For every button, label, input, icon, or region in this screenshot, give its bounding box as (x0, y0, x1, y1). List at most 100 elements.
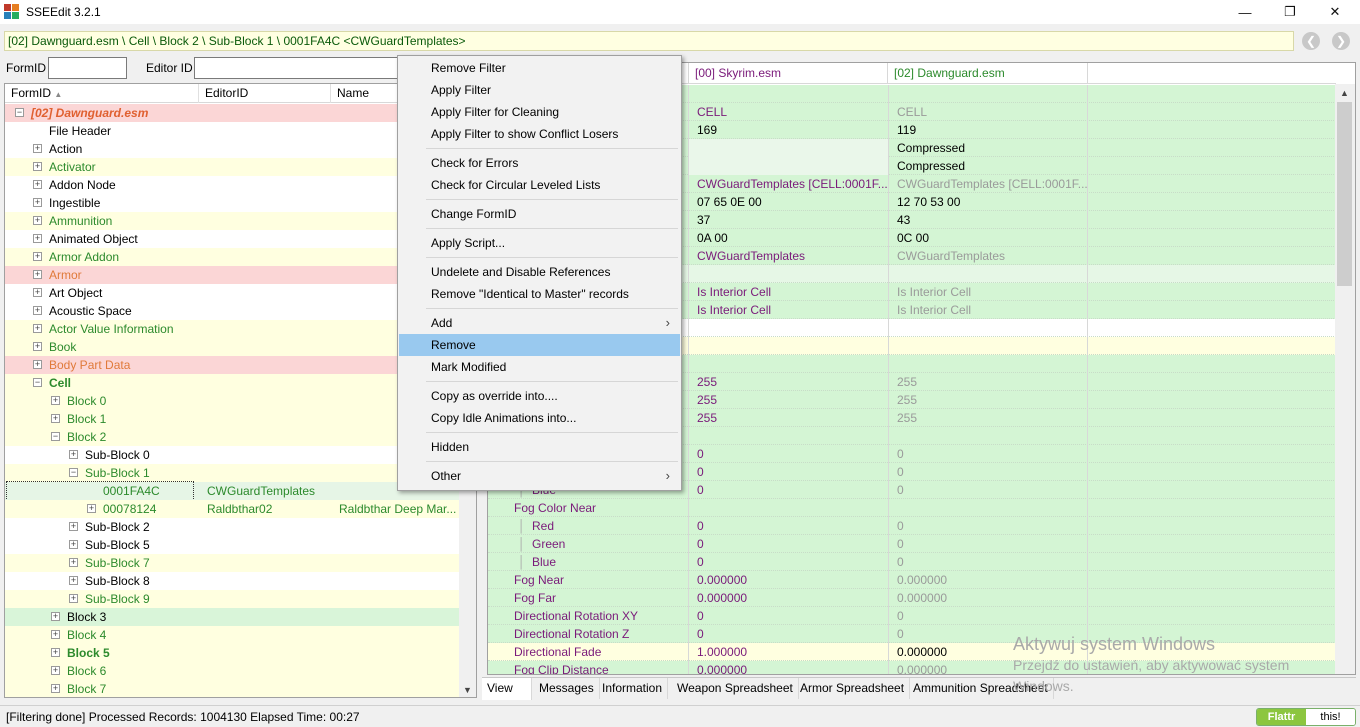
tree-row[interactable]: + Art Object (5, 284, 460, 302)
minimize-button[interactable]: — (1222, 0, 1268, 24)
tree-row[interactable]: + Book (5, 338, 460, 356)
col-skyrim-header[interactable]: [00] Skyrim.esm (688, 63, 888, 84)
tab-weapon-spreadsheet[interactable]: Weapon Spreadsheet (672, 678, 799, 699)
record-scrollbar[interactable]: ▲ (1335, 84, 1355, 674)
expand-icon[interactable]: + (69, 576, 78, 585)
expand-icon[interactable]: + (51, 684, 60, 693)
expand-icon[interactable]: + (33, 270, 42, 279)
maximize-button[interactable]: ❐ (1267, 0, 1313, 24)
menu-item[interactable]: Apply Filter to show Conflict Losers (399, 123, 680, 145)
flattr-button[interactable]: Flattr this! (1256, 708, 1356, 726)
expand-icon[interactable]: + (33, 288, 42, 297)
tree-row[interactable]: + Addon Node (5, 176, 460, 194)
col-formid-header[interactable]: FormID ▲ (5, 84, 199, 103)
tab-information[interactable]: Information (597, 678, 669, 699)
expand-icon[interactable]: + (51, 666, 60, 675)
record-row[interactable]: Fog Far 0.000000 0.000000 (488, 589, 1336, 607)
expand-icon[interactable]: + (51, 630, 60, 639)
menu-item[interactable]: Add › (399, 312, 680, 334)
back-icon[interactable]: ❮ (1302, 32, 1320, 50)
expand-icon[interactable]: + (33, 144, 42, 153)
tree-row[interactable]: + Action (5, 140, 460, 158)
tree-row[interactable]: + Sub-Block 9 (5, 590, 460, 608)
expand-icon[interactable]: + (51, 612, 60, 621)
close-button[interactable]: ✕ (1312, 0, 1358, 24)
tree-row[interactable]: + Sub-Block 5 (5, 536, 460, 554)
tree-row[interactable]: + Block 5 (5, 644, 460, 662)
expand-icon[interactable]: + (33, 180, 42, 189)
scroll-up-icon[interactable]: ▲ (1340, 88, 1349, 98)
menu-item[interactable]: Copy Idle Animations into... (399, 407, 680, 429)
record-row[interactable]: │ Green 0 0 (488, 535, 1336, 553)
tree-row[interactable]: + Animated Object (5, 230, 460, 248)
expand-icon[interactable]: + (51, 414, 60, 423)
record-row[interactable]: │Blue00 (488, 553, 1336, 571)
tree-row[interactable]: + Armor (5, 266, 460, 284)
tree-row[interactable]: + Activator (5, 158, 460, 176)
menu-item[interactable]: Copy as override into.... (399, 385, 680, 407)
expand-icon[interactable]: + (51, 648, 60, 657)
menu-item[interactable]: Apply Filter (399, 79, 680, 101)
tree-row[interactable]: + Block 0 (5, 392, 460, 410)
tree-row[interactable]: 0001FA4C CWGuardTemplates (5, 481, 460, 501)
tree-row[interactable]: + Armor Addon (5, 248, 460, 266)
forward-icon[interactable]: ❯ (1332, 32, 1350, 50)
tree-row[interactable]: + Sub-Block 0 (5, 446, 460, 464)
collapse-icon[interactable]: − (69, 468, 78, 477)
scroll-down-icon[interactable]: ▼ (463, 685, 472, 695)
tab-messages[interactable]: Messages (534, 678, 600, 699)
tree-row[interactable]: − Block 2 (5, 428, 460, 446)
record-row[interactable]: │ Red 0 0 (488, 517, 1336, 535)
expand-icon[interactable]: + (69, 522, 78, 531)
expand-icon[interactable]: + (87, 504, 96, 513)
expand-icon[interactable]: + (33, 342, 42, 351)
tree-row[interactable]: − Cell (5, 374, 460, 392)
expand-icon[interactable]: + (33, 324, 42, 333)
menu-item[interactable]: Apply Script... (399, 232, 680, 254)
expand-icon[interactable]: + (33, 234, 42, 243)
tree-row[interactable]: + Sub-Block 2 (5, 518, 460, 536)
menu-item[interactable]: Change FormID (399, 203, 680, 225)
record-row[interactable]: Directional Rotation XY 0 0 (488, 607, 1336, 625)
tree-row[interactable]: File Header (5, 122, 460, 140)
tree-row[interactable]: + Sub-Block 8 (5, 572, 460, 590)
tab-armor-spreadsheet[interactable]: Armor Spreadsheet (795, 678, 911, 699)
tree-row[interactable]: + Block 1 (5, 410, 460, 428)
col-dawnguard-header[interactable]: [02] Dawnguard.esm (888, 63, 1088, 84)
menu-item[interactable]: Undelete and Disable References (399, 261, 680, 283)
tree-row[interactable]: + Acoustic Space (5, 302, 460, 320)
editorid-filter-input[interactable] (194, 57, 398, 79)
record-row[interactable]: Fog Near 0.000000 0.000000 (488, 571, 1336, 589)
menu-item[interactable]: Hidden (399, 436, 680, 458)
menu-item[interactable]: Remove (399, 334, 680, 356)
expand-icon[interactable]: + (51, 396, 60, 405)
tab-view[interactable]: View (482, 678, 532, 700)
expand-icon[interactable]: + (69, 540, 78, 549)
expand-icon[interactable]: + (69, 558, 78, 567)
tree-row[interactable]: + Block 3 (5, 608, 460, 626)
col-editorid-header[interactable]: EditorID (199, 84, 331, 103)
collapse-icon[interactable]: − (51, 432, 60, 441)
tree-row[interactable]: + Block 6 (5, 662, 460, 680)
expand-icon[interactable]: + (33, 198, 42, 207)
menu-item[interactable]: Mark Modified (399, 356, 680, 378)
expand-icon[interactable]: + (33, 252, 42, 261)
tree-row[interactable]: + Sub-Block 7 (5, 554, 460, 572)
tree-row[interactable]: − [02] Dawnguard.esm (5, 104, 460, 122)
menu-item[interactable]: Apply Filter for Cleaning (399, 101, 680, 123)
menu-item[interactable]: Other › (399, 465, 680, 487)
menu-item[interactable]: Remove "Identical to Master" records (399, 283, 680, 305)
expand-icon[interactable]: + (33, 306, 42, 315)
tree-row[interactable]: + Ingestible (5, 194, 460, 212)
tree-row[interactable]: +00078124 Raldbthar02 Raldbthar Deep Mar..… (5, 500, 460, 518)
expand-icon[interactable]: + (33, 360, 42, 369)
tree-row[interactable]: + Block 4 (5, 626, 460, 644)
record-row[interactable]: Fog Color Near (488, 499, 1336, 517)
menu-item[interactable]: Check for Errors (399, 152, 680, 174)
menu-item[interactable]: Check for Circular Leveled Lists (399, 174, 680, 196)
tree-row[interactable]: + Actor Value Information (5, 320, 460, 338)
formid-filter-input[interactable] (48, 57, 127, 79)
expand-icon[interactable]: + (69, 594, 78, 603)
tree-row[interactable]: − Sub-Block 1 (5, 464, 460, 482)
menu-item[interactable]: Remove Filter (399, 57, 680, 79)
